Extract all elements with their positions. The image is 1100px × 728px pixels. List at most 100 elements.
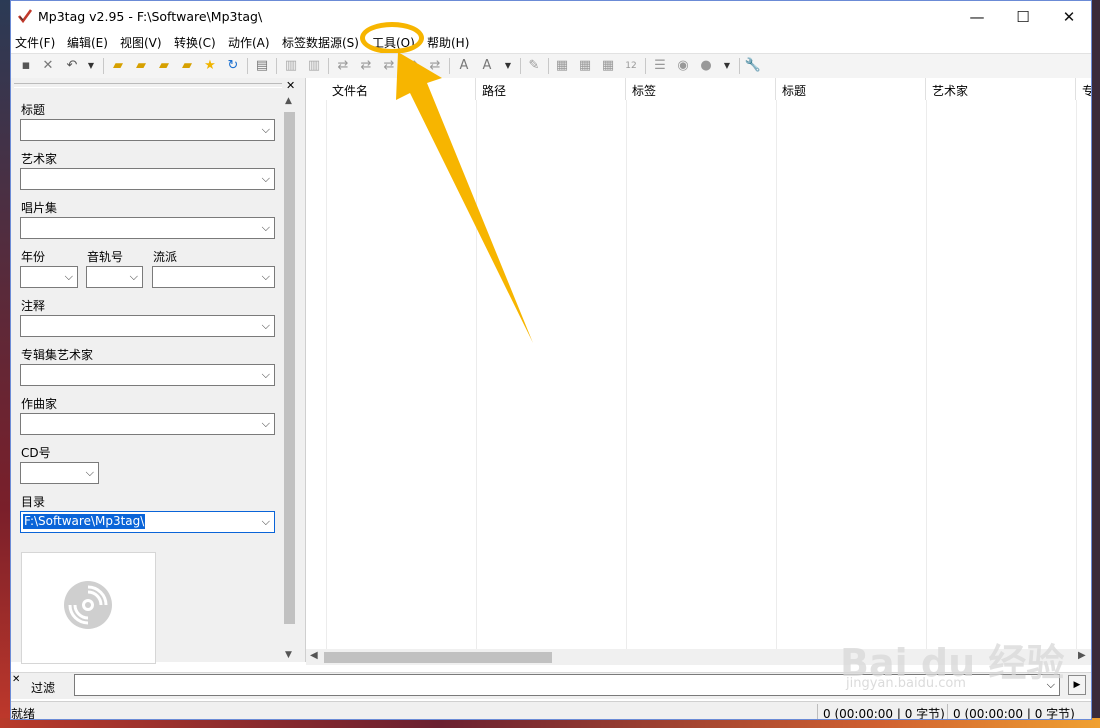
title-field[interactable]: ⌵ bbox=[20, 119, 275, 141]
tag-panel-scrollbar[interactable]: ▲ ▼ bbox=[282, 94, 297, 662]
toolbar: ▪ ✕ ↶ ▼ ▰ ▰ ▰ ▰ ★ ↻ ▤ ▥ ▥ ⇄ ⇄ ⇄ ⇄ ⇄ A A … bbox=[11, 53, 1091, 79]
text-tag-icon[interactable]: ⇄ bbox=[381, 58, 397, 74]
chevron-down-icon[interactable]: ⌵ bbox=[262, 172, 270, 186]
add-dir-icon[interactable]: ▰ bbox=[133, 58, 149, 74]
chevron-down-icon[interactable]: ⌵ bbox=[262, 270, 270, 284]
menu-convert[interactable]: 转换(C) bbox=[174, 34, 216, 51]
filename-tag-icon[interactable]: ⇄ bbox=[358, 58, 374, 74]
album-field[interactable]: ⌵ bbox=[20, 217, 275, 239]
refresh-icon[interactable]: ↻ bbox=[225, 58, 241, 74]
status-selected: 0 (00:00:00 | 0 字节) bbox=[823, 707, 945, 720]
composer-field[interactable]: ⌵ bbox=[20, 413, 275, 435]
column-album[interactable]: 专 bbox=[1076, 78, 1091, 100]
menu-file[interactable]: 文件(F) bbox=[15, 34, 55, 51]
directory-label: 目录 bbox=[21, 495, 46, 509]
undo-icon[interactable]: ↶ bbox=[64, 58, 80, 74]
menu-tag-sources[interactable]: 标签数据源(S) bbox=[282, 34, 359, 51]
watermark-url: jingyan.baidu.com bbox=[846, 676, 966, 691]
chevron-down-icon[interactable]: ⌵ bbox=[262, 319, 270, 333]
options-arrow-icon[interactable]: ▼ bbox=[719, 58, 735, 74]
chevron-down-icon[interactable]: ⌵ bbox=[262, 515, 270, 529]
genre-field[interactable]: ⌵ bbox=[152, 266, 275, 288]
title-bar[interactable]: Mp3tag v2.95 - F:\Software\Mp3tag\ — ☐ ✕ bbox=[11, 1, 1091, 32]
print-icon[interactable]: ▥ bbox=[283, 58, 299, 74]
chevron-down-icon[interactable]: ⌵ bbox=[65, 270, 73, 284]
maximize-icon: ☐ bbox=[1016, 7, 1030, 26]
tag-tag-icon[interactable]: ⇄ bbox=[404, 58, 420, 74]
column-tag[interactable]: 标签 bbox=[626, 78, 776, 100]
column-path[interactable]: 路径 bbox=[476, 78, 626, 100]
album-artist-field[interactable]: ⌵ bbox=[20, 364, 275, 386]
scroll-left-icon[interactable]: ◀ bbox=[310, 650, 318, 661]
app-window: Mp3tag v2.95 - F:\Software\Mp3tag\ — ☐ ✕… bbox=[10, 0, 1092, 720]
directory-field[interactable]: F:\Software\Mp3tag\ ⌵ bbox=[20, 511, 275, 533]
scroll-thumb[interactable] bbox=[284, 112, 295, 624]
highlight-ring-annotation bbox=[360, 22, 424, 54]
chevron-down-icon[interactable]: ⌵ bbox=[130, 270, 138, 284]
case-dropdown-icon[interactable]: ▼ bbox=[500, 58, 516, 74]
web-icon[interactable]: ◉ bbox=[675, 58, 691, 74]
filter-close-icon[interactable]: ✕ bbox=[12, 674, 20, 685]
panel-grip[interactable] bbox=[14, 83, 282, 88]
menu-action[interactable]: 动作(A) bbox=[228, 34, 270, 51]
column-artist[interactable]: 艺术家 bbox=[926, 78, 1076, 100]
export2-icon[interactable]: ▦ bbox=[600, 58, 616, 74]
extended-tags-icon[interactable]: ▦ bbox=[554, 58, 570, 74]
album-artist-label: 专辑集艺术家 bbox=[21, 348, 94, 362]
remove-tag-icon[interactable]: ✕ bbox=[40, 58, 56, 74]
case-convert2-icon[interactable]: A bbox=[479, 58, 495, 74]
options-dropdown-icon[interactable]: ● bbox=[698, 58, 714, 74]
playlist-icon[interactable]: ▦ bbox=[577, 58, 593, 74]
minimize-icon: — bbox=[969, 7, 985, 26]
menu-bar: 文件(F) 编辑(E) 视图(V) 转换(C) 动作(A) 标签数据源(S) 工… bbox=[11, 32, 1091, 52]
scroll-up-icon[interactable]: ▲ bbox=[285, 96, 292, 106]
comment-label: 注释 bbox=[21, 299, 46, 313]
column-filename[interactable]: 文件名 bbox=[326, 78, 476, 100]
tag-sources-icon[interactable]: ☰ bbox=[652, 58, 668, 74]
numbering-icon[interactable]: 12 bbox=[623, 58, 639, 74]
print-preview-icon[interactable]: ▥ bbox=[306, 58, 322, 74]
filter-label: 过滤 bbox=[31, 681, 56, 695]
composer-label: 作曲家 bbox=[21, 397, 58, 411]
chevron-down-icon[interactable]: ⌵ bbox=[262, 368, 270, 382]
favorite-icon[interactable]: ★ bbox=[202, 58, 218, 74]
export-icon[interactable]: ▰ bbox=[156, 58, 172, 74]
menu-view[interactable]: 视图(V) bbox=[120, 34, 162, 51]
save-icon[interactable]: ▪ bbox=[18, 58, 34, 74]
chevron-down-icon[interactable]: ⌵ bbox=[86, 466, 94, 480]
hscroll-thumb[interactable] bbox=[324, 652, 552, 663]
track-field[interactable]: ⌵ bbox=[86, 266, 143, 288]
comment-field[interactable]: ⌵ bbox=[20, 315, 275, 337]
minimize-button[interactable]: — bbox=[954, 1, 1000, 32]
year-field[interactable]: ⌵ bbox=[20, 266, 78, 288]
chevron-down-icon[interactable]: ⌵ bbox=[262, 417, 270, 431]
autonumber-icon[interactable]: ⇄ bbox=[427, 58, 443, 74]
close-button[interactable]: ✕ bbox=[1046, 1, 1091, 32]
edit-icon[interactable]: ✎ bbox=[526, 58, 542, 74]
status-bar: 就绪 0 (00:00:00 | 0 字节) 0 (00:00:00 | 0 字… bbox=[11, 701, 1091, 720]
window-title: Mp3tag v2.95 - F:\Software\Mp3tag\ bbox=[38, 9, 263, 24]
filter-go-button[interactable]: ▶ bbox=[1068, 675, 1086, 695]
close-icon: ✕ bbox=[1062, 7, 1076, 26]
tag-filename-icon[interactable]: ⇄ bbox=[335, 58, 351, 74]
file-list[interactable]: 文件名 路径 标签 标题 艺术家 专 ◀ ▶ bbox=[306, 78, 1091, 665]
menu-edit[interactable]: 编辑(E) bbox=[67, 34, 108, 51]
chevron-down-icon[interactable]: ⌵ bbox=[262, 221, 270, 235]
scroll-down-icon[interactable]: ▼ bbox=[285, 650, 292, 660]
undo-dropdown-icon[interactable]: ▼ bbox=[83, 58, 99, 74]
tag-panel-icon[interactable]: ▤ bbox=[254, 58, 270, 74]
case-convert-icon[interactable]: A bbox=[456, 58, 472, 74]
cover-art-box[interactable] bbox=[21, 552, 156, 664]
maximize-button[interactable]: ☐ bbox=[1000, 1, 1046, 32]
menu-help[interactable]: 帮助(H) bbox=[427, 34, 469, 51]
change-dir-icon[interactable]: ▰ bbox=[110, 58, 126, 74]
column-title[interactable]: 标题 bbox=[776, 78, 926, 100]
disc-field[interactable]: ⌵ bbox=[20, 462, 99, 484]
panel-close-icon[interactable]: ✕ bbox=[286, 79, 295, 92]
open-icon[interactable]: ▰ bbox=[179, 58, 195, 74]
artist-field[interactable]: ⌵ bbox=[20, 168, 275, 190]
scroll-right-icon[interactable]: ▶ bbox=[1078, 650, 1086, 661]
year-label: 年份 bbox=[21, 250, 46, 264]
wrench-icon[interactable]: 🔧 bbox=[745, 58, 761, 74]
chevron-down-icon[interactable]: ⌵ bbox=[262, 123, 270, 137]
